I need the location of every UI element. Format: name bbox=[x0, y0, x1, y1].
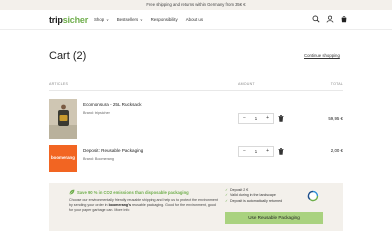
nav-item-about[interactable]: About us bbox=[186, 17, 203, 22]
check-icon: ✓ bbox=[225, 193, 229, 198]
qty-decrease-button[interactable]: − bbox=[243, 116, 246, 121]
site-logo[interactable]: tripsicher bbox=[49, 15, 88, 25]
chevron-down-icon: ∨ bbox=[139, 18, 143, 22]
benefit-list: ✓ Deposit 2 € ✓ Valid during in the landsc… bbox=[225, 188, 282, 204]
cart-table-header: ARTICLES AMOUNT TOTAL bbox=[49, 82, 343, 89]
continue-shopping-link[interactable]: Continue shopping bbox=[304, 53, 340, 58]
quantity-stepper: − 1 + bbox=[238, 146, 274, 157]
logo-accent-text: sicher bbox=[62, 15, 89, 25]
cart-item-row: Ecomonsura - 25L Rucksack Brand: tripsic… bbox=[49, 99, 343, 139]
nav-item-responsibility[interactable]: Responsibility bbox=[151, 17, 178, 22]
product-thumbnail-boomerang[interactable]: boomerang bbox=[49, 145, 77, 172]
product-brand: Brand: tripsicher bbox=[83, 111, 110, 115]
qty-decrease-button[interactable]: − bbox=[243, 149, 246, 154]
qty-increase-button[interactable]: + bbox=[266, 116, 269, 121]
column-header-total: TOTAL bbox=[330, 82, 343, 86]
cart-item-row: boomerang Deposit: Reusable Packaging Br… bbox=[49, 145, 343, 185]
quantity-stepper: − 1 + bbox=[238, 113, 274, 124]
user-icon[interactable] bbox=[326, 15, 334, 23]
search-icon[interactable] bbox=[312, 15, 320, 23]
qty-increase-button[interactable]: + bbox=[266, 149, 269, 154]
announcement-bar: Free shipping and returns within Germany… bbox=[0, 0, 392, 10]
panel-title: Save 90 % in CO2 emissions than disposab… bbox=[77, 189, 189, 195]
qty-value[interactable]: 1 bbox=[255, 149, 257, 154]
check-icon: ✓ bbox=[225, 188, 229, 192]
product-name[interactable]: Deposit: Reusable Packaging bbox=[83, 148, 143, 153]
product-thumbnail-backpack[interactable] bbox=[49, 99, 77, 139]
nav-item-shop[interactable]: Shop ∨ bbox=[94, 17, 109, 22]
check-icon: ✓ bbox=[225, 198, 229, 203]
product-brand: Brand: Boomerang bbox=[83, 157, 114, 161]
column-header-amount: AMOUNT bbox=[238, 82, 255, 86]
boomerang-logo-text: boomerang bbox=[51, 155, 75, 160]
recycle-badge-icon bbox=[307, 190, 319, 202]
logo-main-text: trip bbox=[49, 15, 63, 25]
line-total: 2,00 € bbox=[330, 148, 343, 153]
header-icons bbox=[312, 15, 348, 23]
chevron-down-icon: ∨ bbox=[105, 18, 109, 22]
trash-icon[interactable] bbox=[278, 148, 284, 155]
line-total: 59,95 € bbox=[328, 116, 343, 121]
panel-description: Choose our environmentally friendly reus… bbox=[69, 198, 218, 213]
page-title: Cart (2) bbox=[49, 50, 87, 62]
main-nav: Shop ∨ Bestsellers ∨ Responsibility Abou… bbox=[94, 17, 203, 22]
trash-icon[interactable] bbox=[278, 115, 284, 122]
announcement-text: Free shipping and returns within Germany… bbox=[146, 2, 246, 7]
leaf-icon bbox=[69, 189, 75, 195]
product-name[interactable]: Ecomonsura - 25L Rucksack bbox=[83, 102, 142, 107]
column-header-articles: ARTICLES bbox=[49, 82, 69, 86]
divider bbox=[49, 90, 343, 91]
use-reusable-packaging-button[interactable]: Use Reusable Packaging bbox=[225, 212, 323, 224]
nav-item-bestsellers[interactable]: Bestsellers ∨ bbox=[117, 17, 143, 22]
benefit-item: ✓ Deposit is automatically returned bbox=[225, 198, 283, 203]
site-header: tripsicher Shop ∨ Bestsellers ∨ Responsi… bbox=[0, 10, 392, 30]
qty-value[interactable]: 1 bbox=[255, 116, 257, 121]
cart-icon[interactable] bbox=[340, 15, 348, 23]
reusable-packaging-panel: Save 90 % in CO2 emissions than disposab… bbox=[49, 183, 343, 231]
